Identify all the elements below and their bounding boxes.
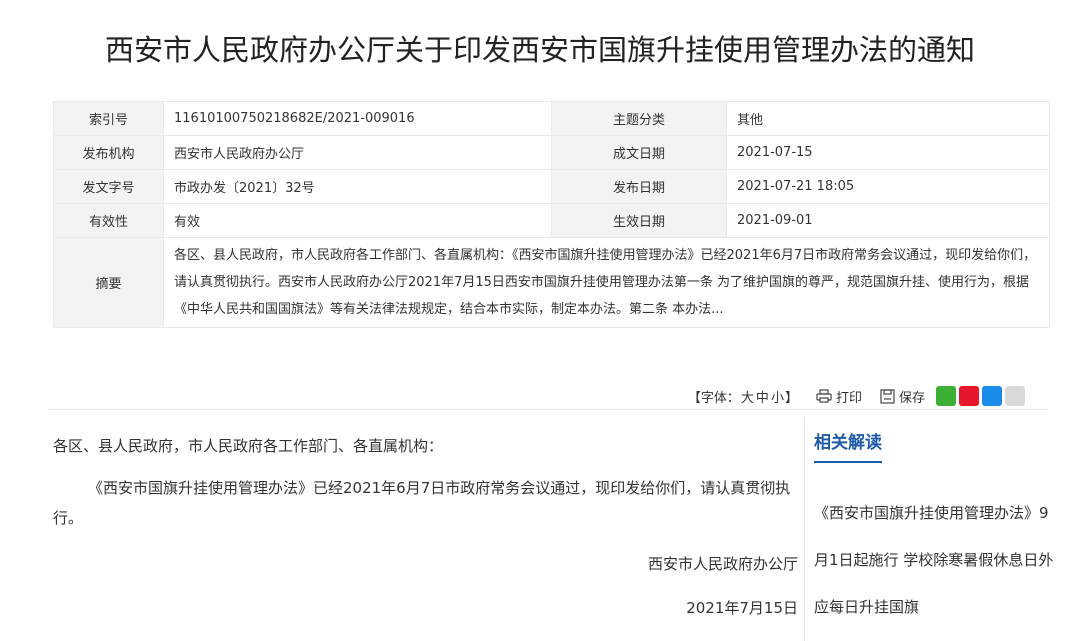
meta-row: 有效性 有效 生效日期 2021-09-01 [53,203,1050,238]
related-interpretation-link[interactable]: 《西安市国旗升挂使用管理办法》9月1日起施行 学校除寒暑假休息日外应每日升挂国旗 [814,490,1054,631]
toolbar-divider [48,409,1048,410]
effective-date-label: 生效日期 [551,203,727,238]
qq-share-icon[interactable] [982,386,1002,406]
wechat-share-icon[interactable] [936,386,956,406]
validity-value: 有效 [163,203,552,238]
sidebar-title: 相关解读 [814,428,882,463]
font-size-suffix: 】 [784,390,798,406]
index-number-label: 索引号 [53,101,164,136]
index-number-value: 11610100750218682E/2021-009016 [163,101,552,136]
article-date: 2021年7月15日 [686,599,798,617]
meta-row: 发布机构 西安市人民政府办公厅 成文日期 2021-07-15 [53,135,1050,170]
share-buttons [933,386,1025,406]
document-number-label: 发文字号 [53,169,164,204]
font-size-medium-link[interactable]: 中 [756,387,769,406]
issuing-agency-value: 西安市人民政府办公厅 [163,135,552,170]
written-date-label: 成文日期 [551,135,727,170]
related-interpretation-sidebar: 相关解读 《西安市国旗升挂使用管理办法》9月1日起施行 学校除寒暑假休息日外应每… [814,428,1054,631]
meta-row-abstract: 摘要 各区、县人民政府，市人民政府各工作部门、各直属机构：《西安市国旗升挂使用管… [53,237,1050,328]
font-size-small-link[interactable]: 小 [771,387,784,406]
written-date-value: 2021-07-15 [726,135,1050,170]
article-body: 各区、县人民政府，市人民政府各工作部门、各直属机构： 《西安市国旗升挂使用管理办… [53,431,798,623]
weibo-share-icon[interactable] [959,386,979,406]
save-label: 保存 [898,390,925,406]
document-meta-table: 索引号 11610100750218682E/2021-009016 主题分类 … [53,101,1050,328]
print-button[interactable]: 打印 [816,387,862,406]
document-number-value: 市政办发〔2021〕32号 [163,169,552,204]
meta-row: 发文字号 市政办发〔2021〕32号 发布日期 2021-07-21 18:05 [53,169,1050,204]
meta-row: 索引号 11610100750218682E/2021-009016 主题分类 … [53,101,1050,136]
article-signature: 西安市人民政府办公厅 [647,555,798,573]
printer-icon [816,389,832,403]
article-paragraph: 《西安市国旗升挂使用管理办法》已经2021年6月7日市政府常务会议通过，现印发给… [53,479,791,527]
sidebar-divider [804,418,805,641]
validity-label: 有效性 [53,203,164,238]
page-title: 西安市人民政府办公厅关于印发西安市国旗升挂使用管理办法的通知 [104,33,975,67]
save-icon [880,388,895,404]
font-size-large-link[interactable]: 大 [741,387,754,406]
publish-date-label: 发布日期 [551,169,727,204]
article-toolbar: 【字体： 大 中 小 】 打印 保存 [688,385,1025,407]
issuing-agency-label: 发布机构 [53,135,164,170]
topic-category-label: 主题分类 [551,101,727,136]
copy-link-icon[interactable] [1005,386,1025,406]
publish-date-value: 2021-07-21 18:05 [726,169,1050,204]
topic-category-value: 其他 [726,101,1050,136]
abstract-label: 摘要 [53,237,164,328]
abstract-text: 各区、县人民政府，市人民政府各工作部门、各直属机构：《西安市国旗升挂使用管理办法… [163,237,1050,328]
font-size-prefix: 【字体： [687,390,740,406]
save-button[interactable]: 保存 [880,387,925,406]
effective-date-value: 2021-09-01 [726,203,1050,238]
article-greeting: 各区、县人民政府，市人民政府各工作部门、各直属机构： [53,437,444,455]
print-label: 打印 [835,390,862,406]
